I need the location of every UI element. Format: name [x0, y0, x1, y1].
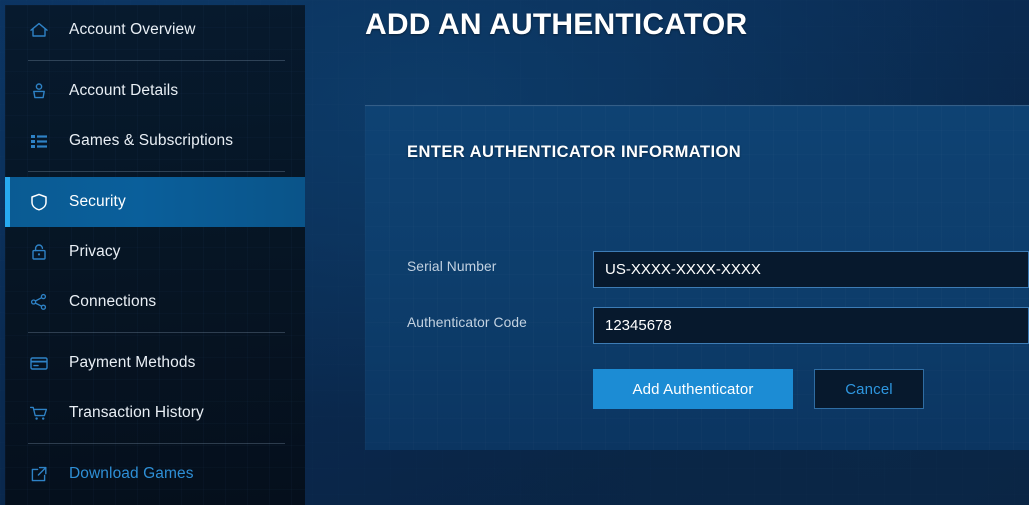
sidebar-item-label: Transaction History — [69, 404, 204, 421]
sidebar-item-connections[interactable]: Connections — [5, 277, 305, 327]
sidebar-item-label: Download Games — [69, 465, 194, 482]
sidebar-item-account-details[interactable]: Account Details — [5, 66, 305, 116]
sidebar-divider-1 — [28, 60, 285, 61]
account-sidebar: Account Overview Account Details Games &… — [5, 5, 305, 505]
sidebar-divider-2 — [28, 171, 285, 172]
panel-actions: Add Authenticator Cancel — [593, 369, 924, 409]
sidebar-item-games-subscriptions[interactable]: Games & Subscriptions — [5, 116, 305, 166]
form-row-serial-number: Serial Number — [407, 251, 1029, 288]
sidebar-divider-4 — [28, 443, 285, 444]
page-title: ADD AN AUTHENTICATOR — [365, 8, 748, 41]
serial-number-label: Serial Number — [407, 259, 497, 274]
main-content: ADD AN AUTHENTICATOR ENTER AUTHENTICATOR… — [305, 0, 1029, 505]
sidebar-item-label: Games & Subscriptions — [69, 132, 234, 149]
authenticator-code-label: Authenticator Code — [407, 315, 527, 330]
form-row-authenticator-code: Authenticator Code — [407, 307, 1029, 344]
shopping-cart-icon — [28, 402, 50, 424]
external-link-icon — [28, 463, 50, 485]
sidebar-item-label: Account Overview — [69, 21, 196, 38]
sidebar-item-download-games[interactable]: Download Games — [5, 449, 305, 499]
share-nodes-icon — [28, 291, 50, 313]
lock-icon — [28, 241, 50, 263]
sidebar-item-privacy[interactable]: Privacy — [5, 227, 305, 277]
authenticator-panel: ENTER AUTHENTICATOR INFORMATION Serial N… — [365, 105, 1029, 450]
sidebar-item-security[interactable]: Security — [5, 177, 305, 227]
sidebar-item-account-overview[interactable]: Account Overview — [5, 5, 305, 55]
list-icon — [28, 130, 50, 152]
sidebar-item-label: Account Details — [69, 82, 179, 99]
sidebar-item-label: Security — [69, 193, 126, 210]
cancel-button[interactable]: Cancel — [814, 369, 924, 409]
sidebar-item-label: Connections — [69, 293, 157, 310]
sidebar-item-payment-methods[interactable]: Payment Methods — [5, 338, 305, 388]
person-icon — [28, 80, 50, 102]
sidebar-item-label: Payment Methods — [69, 354, 196, 371]
home-icon — [28, 19, 50, 41]
panel-heading: ENTER AUTHENTICATOR INFORMATION — [407, 143, 742, 161]
sidebar-divider-3 — [28, 332, 285, 333]
serial-number-input[interactable] — [593, 251, 1029, 288]
authenticator-code-input[interactable] — [593, 307, 1029, 344]
sidebar-item-label: Privacy — [69, 243, 121, 260]
shield-icon — [28, 191, 50, 213]
sidebar-item-transaction-history[interactable]: Transaction History — [5, 388, 305, 438]
credit-card-icon — [28, 352, 50, 374]
add-authenticator-button[interactable]: Add Authenticator — [593, 369, 793, 409]
